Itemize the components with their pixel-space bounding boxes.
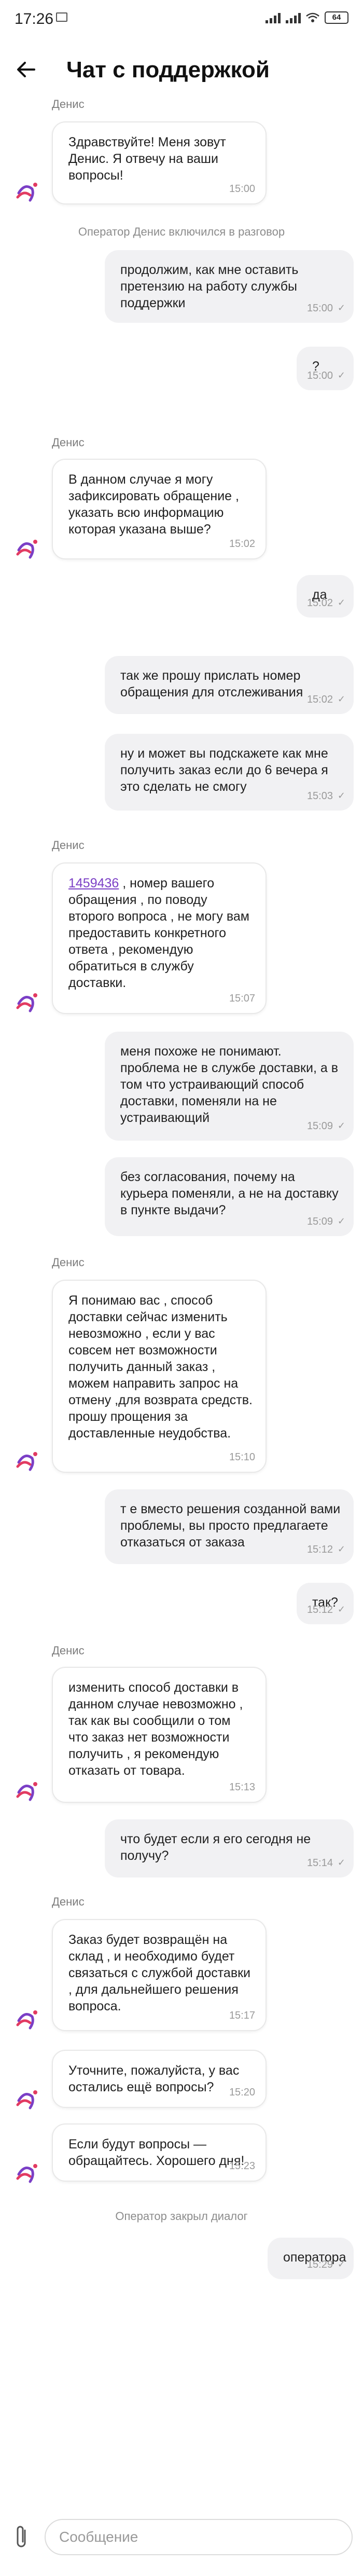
message-time: 15:14 <box>306 1857 333 1869</box>
message-text: Здравствуйте! Меня зовут Денис. Я отвечу… <box>68 135 226 183</box>
message-time: 15:09 <box>306 1120 333 1132</box>
delivered-check-icon: ✓ <box>337 1544 345 1554</box>
message-time: 15:00 <box>306 303 333 314</box>
operator-avatar-icon <box>16 2010 37 2030</box>
message-time: 15:02 <box>306 597 333 609</box>
sender-name: Денис <box>52 436 85 449</box>
status-time: 17:26 <box>15 10 54 28</box>
message-time: 15:03 <box>306 790 333 802</box>
operator-avatar-icon <box>16 540 37 559</box>
incoming-message: изменить способ доставки в данном случае… <box>52 1667 267 1803</box>
outgoing-message: что будет если я его сегодня не получу? 1… <box>105 1819 354 1878</box>
message-time: 15:13 <box>229 1782 255 1793</box>
incoming-message: Заказ будет возвращён на склад , и необх… <box>52 1919 267 2031</box>
system-notice: Оператор Денис включился в разговор <box>78 225 285 238</box>
delivered-check-icon: ✓ <box>337 2259 345 2269</box>
message-text: продолжим, как мне оставить претензию на… <box>120 263 299 310</box>
message-time: 15:12 <box>306 1544 333 1555</box>
message-time: 15:23 <box>229 2160 255 2172</box>
message-time: 15:29 <box>306 2259 333 2270</box>
operator-avatar-icon <box>16 183 37 202</box>
message-time: 15:07 <box>229 993 255 1004</box>
sender-name: Денис <box>52 1895 85 1908</box>
operator-avatar-icon <box>16 2090 37 2109</box>
operator-avatar-icon <box>16 1452 37 1471</box>
message-text: Я понимаю вас , способ доставки сейчас и… <box>68 1293 253 1441</box>
outgoing-message: так же прошу прислать номер обращения дл… <box>105 656 354 714</box>
message-time: 15:12 <box>306 1604 333 1615</box>
message-text: так же прошу прислать номер обращения дл… <box>120 668 303 700</box>
incoming-message: В данном случае я могу зафиксировать обр… <box>52 459 267 559</box>
mail-notification-icon <box>56 12 67 22</box>
message-text: Уточните, пожалуйста, у вас остались ещё… <box>68 2063 240 2094</box>
delivered-check-icon: ✓ <box>337 790 345 801</box>
delivered-check-icon: ✓ <box>337 1604 345 1614</box>
operator-avatar-icon <box>16 2164 37 2183</box>
attach-icon[interactable] <box>11 2523 32 2550</box>
delivered-check-icon: ✓ <box>337 597 345 608</box>
message-time: 15:17 <box>229 2010 255 2021</box>
message-time: 15:10 <box>229 1451 255 1463</box>
delivered-check-icon: ✓ <box>337 1120 345 1131</box>
delivered-check-icon: ✓ <box>337 303 345 313</box>
message-time: 15:00 <box>306 370 333 381</box>
delivered-check-icon: ✓ <box>337 370 345 380</box>
status-icons: 64 <box>266 11 348 24</box>
chat-header: Чат с поддержкой <box>0 42 363 98</box>
incoming-message: Если будут вопросы — обращайтесь. Хороше… <box>52 2123 267 2182</box>
outgoing-message: оператора 15:29 ✓ <box>268 2238 354 2279</box>
message-text: без согласования, почему на курьера поме… <box>120 1170 339 1217</box>
incoming-message: Я понимаю вас , способ доставки сейчас и… <box>52 1280 267 1473</box>
delivered-check-icon: ✓ <box>337 1216 345 1226</box>
outgoing-message: ? 15:00 ✓ <box>297 347 354 390</box>
delivered-check-icon: ✓ <box>337 694 345 704</box>
incoming-message: Уточните, пожалуйста, у вас остались ещё… <box>52 2050 267 2108</box>
message-time: 15:09 <box>306 1216 333 1227</box>
outgoing-message: ну и может вы подскажете как мне получит… <box>105 734 354 811</box>
ticket-number-link[interactable]: 1459436 <box>68 876 119 890</box>
message-text: изменить способ доставки в данном случае… <box>68 1680 243 1778</box>
signal-icon-2 <box>286 12 301 23</box>
message-time: 15:20 <box>229 2087 255 2098</box>
back-arrow-icon[interactable] <box>12 56 39 83</box>
message-text: 1459436 , номер вашего обращения , по по… <box>68 876 249 990</box>
message-text: ну и может вы подскажете как мне получит… <box>120 746 328 794</box>
system-notice: Оператор закрыл диалог <box>115 2210 248 2223</box>
page-title: Чат с поддержкой <box>66 57 270 83</box>
operator-avatar-icon <box>16 993 37 1012</box>
outgoing-message: т е вместо решения созданной вами пробле… <box>105 1489 354 1564</box>
delivered-check-icon: ✓ <box>337 1857 345 1868</box>
incoming-message: Здравствуйте! Меня зовут Денис. Я отвечу… <box>52 121 267 204</box>
message-text: Заказ будет возвращён на склад , и необх… <box>68 1933 251 2013</box>
outgoing-message: да 15:02 ✓ <box>297 575 354 618</box>
outgoing-message: без согласования, почему на курьера поме… <box>105 1157 354 1236</box>
message-input[interactable] <box>45 2519 353 2555</box>
message-text: меня похоже не понимают. проблема не в с… <box>120 1044 338 1125</box>
message-text: Если будут вопросы — обращайтесь. Хороше… <box>68 2137 245 2168</box>
message-time: 15:02 <box>306 694 333 705</box>
sender-name: Денис <box>52 839 85 852</box>
outgoing-message: меня похоже не понимают. проблема не в с… <box>105 1032 354 1141</box>
signal-icon <box>266 12 281 23</box>
incoming-message: 1459436 , номер вашего обращения , по по… <box>52 862 267 1014</box>
composer <box>0 2514 363 2576</box>
message-time: 15:00 <box>229 183 255 195</box>
sender-name: Денис <box>52 1256 85 1269</box>
outgoing-message: продолжим, как мне оставить претензию на… <box>105 250 354 323</box>
wifi-icon <box>306 12 319 22</box>
sender-name: Денис <box>52 1644 85 1657</box>
outgoing-message: так? 15:12 ✓ <box>297 1583 354 1624</box>
status-bar: 17:26 64 <box>0 0 363 42</box>
message-text: В данном случае я могу зафиксировать обр… <box>68 472 239 537</box>
message-time: 15:02 <box>229 538 255 550</box>
message-text: что будет если я его сегодня не получу? <box>120 1832 311 1863</box>
battery-icon: 64 <box>325 11 348 24</box>
sender-name: Денис <box>52 98 85 111</box>
operator-avatar-icon <box>16 1782 37 1801</box>
